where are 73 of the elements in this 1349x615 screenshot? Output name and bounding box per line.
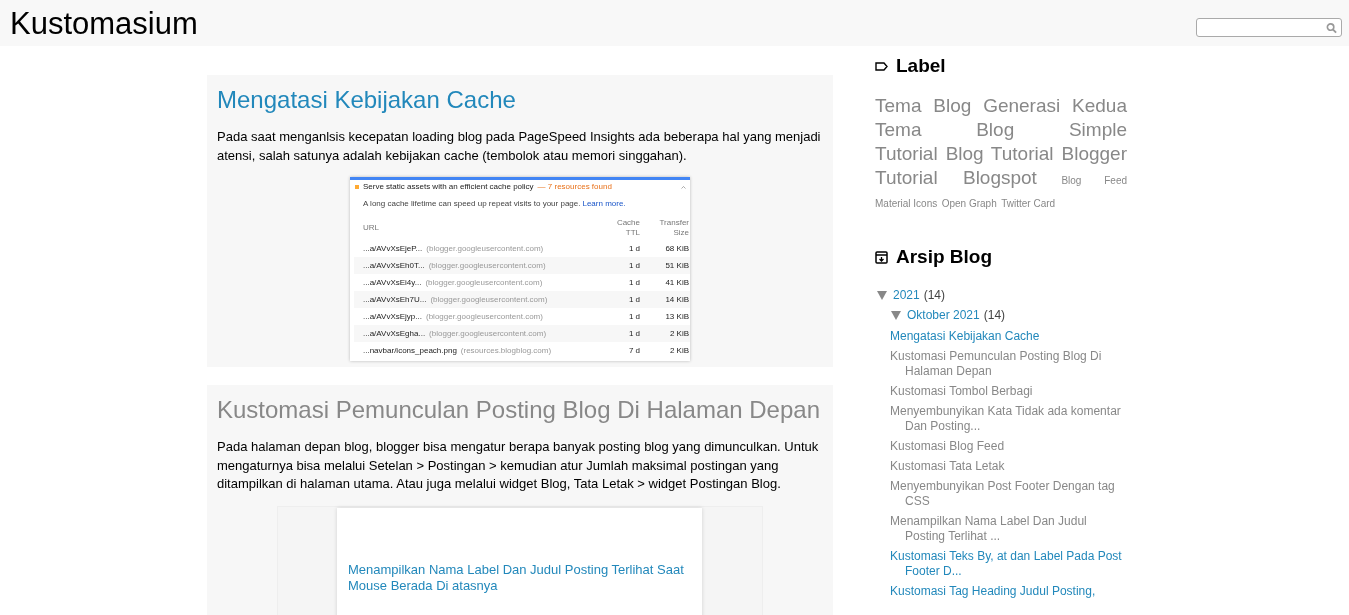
archive-post-link[interactable]: Kustomasi Tag Heading Judul Posting, [890, 584, 1130, 599]
audit-description: A long cache lifetime can speed up repeat visits to your page. [363, 198, 581, 210]
label-link[interactable]: Tema Blog Simple [875, 119, 1127, 140]
table-cell: ...a/AVvXsEgha... [363, 327, 426, 340]
archive-post-link[interactable]: Menyembunyikan Post Footer Dengan tag CSS [890, 479, 1130, 509]
archive-post-link[interactable]: Kustomasi Teks By, at dan Label Pada Post Footer D... [890, 549, 1130, 579]
table-cell: (resources.blogblog.com) [460, 344, 552, 357]
post-count: (14) [923, 287, 946, 304]
collapse-arrow-icon[interactable] [877, 290, 887, 300]
section-heading: Label [896, 53, 946, 78]
archive-post-link[interactable]: Mengatasi Kebijakan Cache [890, 329, 1130, 344]
table-cell-text: 1 d [627, 327, 640, 340]
audit-heading: Serve static assets with an efficient cache policy [363, 181, 534, 193]
post-body-text: Pada saat menganlsis kecepatan loading blog pada PageSpeed Insights ada beberapa hal yang menjadi atensi, salah satunya adalah kebijakan cache (tembolok atau memori singgahan). [217, 128, 822, 165]
archive-post-link[interactable]: Kustomasi Pemunculan Posting Blog Di Halaman Depan [890, 349, 1130, 379]
archive-icon [875, 250, 888, 264]
column-header: URL [363, 222, 380, 234]
table-cell-text: 68 KiB [664, 242, 690, 255]
table-cell-text: 1 d [627, 259, 640, 272]
label-link[interactable]: Blog Feed [1061, 175, 1127, 186]
archive-post-link[interactable]: Menampilkan Nama Label Dan Judul Posting Terlihat ... [890, 514, 1130, 544]
column-header: Transfer Size [658, 218, 690, 238]
table-cell: (blogger.googleusercontent.com) [428, 259, 546, 272]
table-cell-text: 13 KiB [664, 310, 690, 323]
post-title-link[interactable]: Kustomasi Pemunculan Posting Blog Di Halaman Depan [217, 395, 823, 425]
table-cell-text: 1 d [627, 310, 640, 323]
collapse-arrow-icon[interactable] [891, 310, 901, 320]
section-heading: Arsip Blog [896, 244, 993, 269]
table-cell: (blogger.googleusercontent.com) [430, 293, 548, 306]
table-cell: ...a/AVvXsEh7U... [363, 293, 427, 306]
table-cell: ...a/AVvXsEjyp... [363, 310, 422, 323]
warning-icon [355, 185, 359, 189]
label-link[interactable]: Material Icons [875, 198, 938, 209]
table-cell-text: 2 KiB [668, 344, 690, 357]
archive-link[interactable]: Oktober 2021 [907, 306, 980, 324]
table-cell: ...a/AVvXsEjeP... [363, 242, 423, 255]
column-header: Cache TTL [615, 218, 640, 238]
archive-post-link[interactable]: Kustomasi Tata Letak [890, 459, 1130, 474]
tag-icon [875, 61, 888, 71]
table-cell: (blogger.googleusercontent.com) [429, 327, 547, 340]
search-icon[interactable] [1326, 21, 1337, 34]
table-cell-text: 14 KiB [664, 293, 690, 306]
table-cell-text: 7 d [627, 344, 640, 357]
table-cell: ...navbar/icons_peach.png [363, 344, 457, 357]
table-cell: ...a/AVvXsEi4y... [363, 276, 422, 289]
post-title-link[interactable]: Mengatasi Kebijakan Cache [217, 85, 823, 115]
label-link[interactable]: Tutorial Blog [875, 143, 984, 164]
table-cell-text: 2 KiB [668, 327, 690, 340]
archive-post-link[interactable]: Kustomasi Tombol Berbagi [890, 384, 1130, 399]
label-link[interactable]: Open Graph [941, 198, 997, 209]
post-count: (14) [983, 307, 1006, 324]
learn-more-link[interactable]: Learn more. [582, 198, 626, 210]
label-link[interactable]: Tema Blog Generasi Kedua [875, 95, 1127, 116]
collapse-icon[interactable] [681, 185, 686, 189]
post-body-text: Pada halaman depan blog, blogger bisa mengatur berapa banyak posting blog yang dimunculkan. Untuk mengaturnya bisa melalui Setelan > Postingan > kemudian atur Jumlah maksimal postingan yang ditampilkan di halaman utama. Atau juga melalui widget Blog, Tata Letak > widget Postingan Blog. [217, 438, 820, 493]
audit-count: — 7 resources found [537, 181, 612, 193]
label-link[interactable]: Tutorial Blogger [990, 143, 1127, 164]
blog-title[interactable]: Kustomasium [10, 7, 198, 39]
table-cell: (blogger.googleusercontent.com) [426, 310, 543, 323]
table-cell-text: 51 KiB [664, 259, 690, 272]
table-cell: (blogger.googleusercontent.com) [425, 276, 543, 289]
table-cell: ...a/AVvXsEh0T... [363, 259, 425, 272]
table-cell-text: 1 d [627, 293, 640, 306]
archive-post-link[interactable]: Kustomasi Blog Feed [890, 439, 1130, 454]
table-cell: (blogger.googleusercontent.com) [426, 242, 544, 255]
label-link[interactable]: Twitter Card [1001, 198, 1056, 209]
label-link[interactable]: Tutorial Blogspot [875, 167, 1037, 188]
search-field[interactable] [1196, 18, 1342, 37]
archive-link[interactable]: 2021 [893, 286, 920, 304]
table-cell-text: 1 d [627, 242, 640, 255]
table-cell-text: 41 KiB [664, 276, 690, 289]
archive-post-link[interactable]: Menyembunyikan Kata Tidak ada komentar Dan Posting... [890, 404, 1130, 434]
table-cell-text: 1 d [627, 276, 640, 289]
